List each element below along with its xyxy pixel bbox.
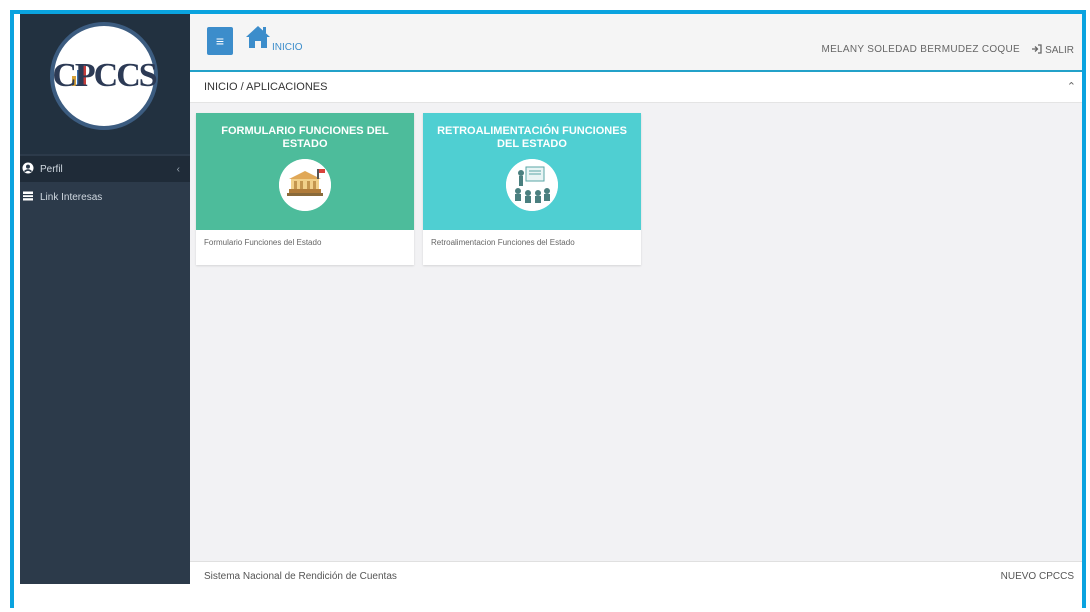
presentation-icon [506,159,558,211]
logout-button[interactable]: SALIR [1031,44,1074,57]
footer-system-name: Sistema Nacional de Rendición de Cuentas [204,571,397,582]
sidebar-item-label: Link Interesas [40,191,103,203]
sidebar-item-perfil[interactable]: Perfil ‹ [20,156,190,182]
book-icon [22,190,36,205]
user-name: MELANY SOLEDAD BERMUDEZ COQUE [821,44,1020,55]
breadcrumb-bar: INICIO / APLICACIONES ⌃ [190,72,1082,103]
chevron-left-icon: ‹ [176,163,180,175]
menu-toggle-button[interactable]: ≡ [207,27,233,55]
logout-label: SALIR [1045,45,1074,56]
sidebar-item-label: Perfil [40,163,63,175]
home-link[interactable]: INICIO [272,42,303,53]
app-card-retroalimentacion[interactable]: RETROALIMENTACIÓN FUNCIONES DEL ESTADO R… [423,113,641,265]
cpccs-logo: CPCCS [50,22,158,130]
sidebar: CPCCS Perfil ‹ Link Interesas [20,14,190,584]
card-title: RETROALIMENTACIÓN FUNCIONES DEL ESTADO [437,125,627,150]
footer: Sistema Nacional de Rendición de Cuentas… [190,561,1082,592]
app-window: CPCCS Perfil ‹ Link Interesas ≡ INICIO M… [10,10,1086,608]
logo-text: CPCCS [52,57,157,94]
building-icon [279,159,331,211]
card-header: FORMULARIO FUNCIONES DEL ESTADO [196,113,414,230]
footer-org-name: NUEVO CPCCS [1000,571,1074,582]
app-card-formulario[interactable]: FORMULARIO FUNCIONES DEL ESTADO Formular… [196,113,414,265]
chevron-up-icon[interactable]: ⌃ [1067,80,1076,93]
sidebar-item-link-interesas[interactable]: Link Interesas [20,184,190,210]
card-header: RETROALIMENTACIÓN FUNCIONES DEL ESTADO [423,113,641,230]
hamburger-icon: ≡ [215,33,225,49]
breadcrumb: INICIO / APLICACIONES [204,81,328,93]
home-icon[interactable] [244,24,272,50]
card-description: Retroalimentacion Funciones del Estado [431,238,575,247]
top-bar: ≡ INICIO MELANY SOLEDAD BERMUDEZ COQUE S… [190,14,1082,72]
logo-area: CPCCS [20,14,190,154]
user-circle-icon [22,162,36,177]
card-title: FORMULARIO FUNCIONES DEL ESTADO [221,125,389,150]
card-description: Formulario Funciones del Estado [204,238,322,247]
sign-out-icon [1031,44,1042,57]
main-content: FORMULARIO FUNCIONES DEL ESTADO Formular… [190,103,1082,561]
